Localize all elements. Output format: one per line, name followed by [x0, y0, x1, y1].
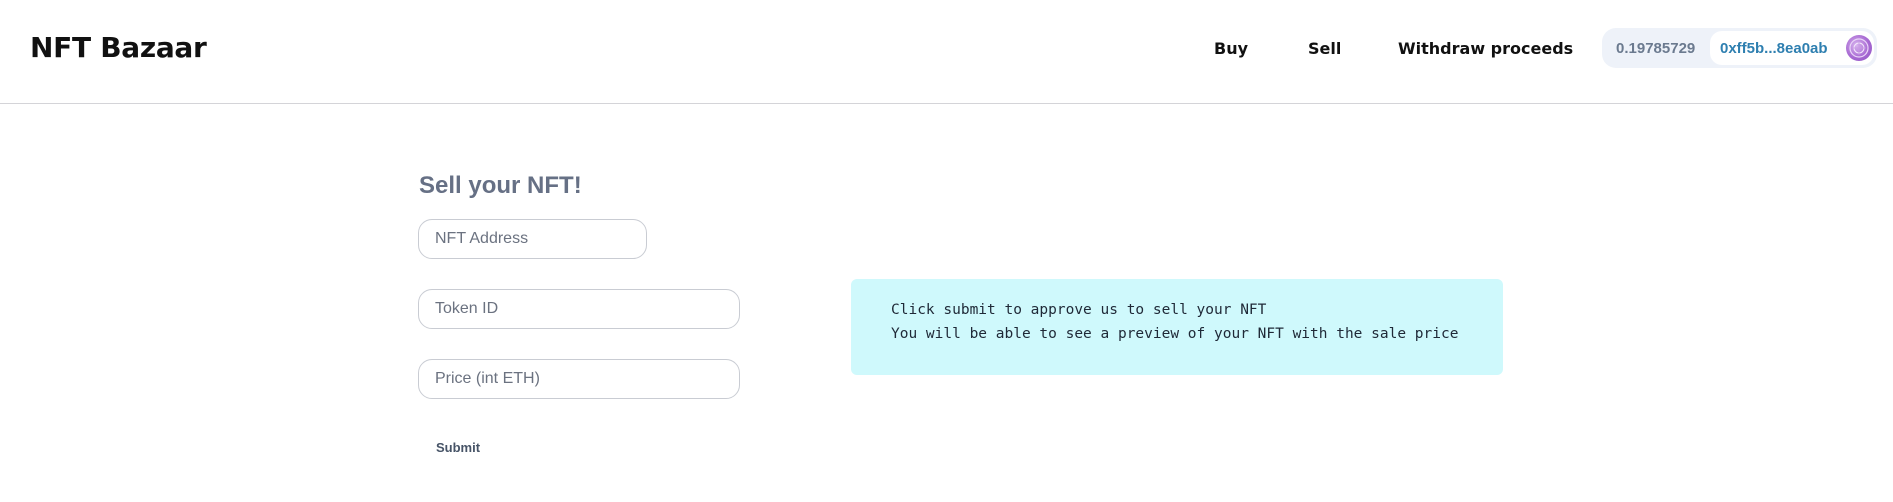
nav-link-sell[interactable]: Sell: [1308, 39, 1341, 58]
brand-logo-text[interactable]: NFT Bazaar: [30, 31, 207, 64]
wallet-address: 0xff5b...8ea0ab: [1720, 40, 1828, 57]
top-header: NFT Bazaar Buy Sell Withdraw proceeds 0.…: [0, 0, 1893, 104]
account-avatar-icon: [1846, 35, 1872, 61]
info-notice-box: Click submit to approve us to sell your …: [851, 279, 1503, 375]
info-line-preview: You will be able to see a preview of you…: [891, 326, 1459, 342]
info-line-approve: Click submit to approve us to sell your …: [891, 302, 1267, 318]
wallet-address-box[interactable]: 0xff5b...8ea0ab: [1710, 31, 1874, 65]
nav-link-buy[interactable]: Buy: [1214, 39, 1248, 58]
wallet-balance: 0.19785729: [1616, 40, 1696, 57]
page-title: Sell your NFT!: [419, 172, 582, 199]
nav-link-withdraw-proceeds[interactable]: Withdraw proceeds: [1398, 39, 1573, 58]
wallet-account-button[interactable]: 0.19785729 0xff5b...8ea0ab: [1602, 28, 1877, 68]
token-id-input[interactable]: [418, 289, 740, 329]
price-input[interactable]: [418, 359, 740, 399]
nft-address-input[interactable]: [418, 219, 647, 259]
submit-button[interactable]: Submit: [436, 440, 480, 455]
